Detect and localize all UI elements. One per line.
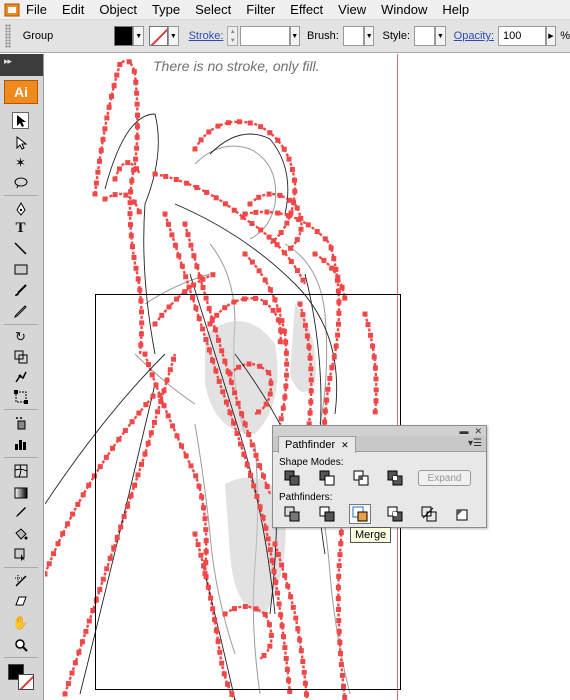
minus-back-button[interactable] (453, 506, 469, 522)
menu-file[interactable]: File (26, 2, 47, 17)
eyedropper-tool-icon[interactable] (12, 504, 29, 521)
warp-tool-icon[interactable] (12, 368, 29, 385)
menu-object[interactable]: Object (99, 2, 137, 17)
close-icon[interactable]: ✕ (474, 426, 482, 437)
shape-modes-label: Shape Modes: (279, 457, 344, 468)
app-logo: Ai (4, 80, 38, 104)
minus-front-button[interactable] (319, 470, 335, 486)
direct-selection-tool-icon[interactable] (12, 134, 29, 151)
live-paint-bucket-tool-icon[interactable] (12, 525, 29, 542)
paintbrush-tool-icon[interactable] (12, 282, 29, 299)
fill-stroke-proxy[interactable] (8, 664, 38, 694)
brush-dropdown-button[interactable]: ▼ (363, 26, 375, 46)
stroke-weight-dropdown-button[interactable]: ▼ (289, 26, 301, 46)
rotate-tool-icon[interactable]: ↻ (12, 328, 29, 345)
control-bar-grip[interactable] (5, 24, 11, 48)
merge-tooltip: Merge (350, 527, 392, 543)
scale-tool-icon[interactable] (12, 348, 29, 365)
unite-button[interactable] (284, 470, 300, 486)
tab-pathfinder[interactable]: Pathfinder ✕ (278, 436, 356, 453)
eraser-tool-icon[interactable] (12, 592, 29, 609)
tab-pathfinder-label: Pathfinder (285, 439, 336, 451)
menu-effect[interactable]: Effect (290, 2, 323, 17)
style-dropdown-button[interactable]: ▼ (435, 26, 446, 46)
symbol-sprayer-tool-icon[interactable] (12, 414, 29, 431)
tab-close-icon[interactable]: ✕ (341, 440, 349, 451)
control-bar: Group ▼ ▼ Stroke: ▲ ▼ ▼ Brush: ▼ Style: ▼… (0, 20, 570, 53)
pen-tool-icon[interactable] (12, 200, 29, 217)
gradient-tool-icon[interactable] (12, 484, 29, 501)
opacity-dropdown-button[interactable]: ▶ (545, 26, 557, 46)
style-label: Style: (382, 30, 410, 42)
opacity-panel-link[interactable]: Opacity: (454, 30, 494, 42)
menu-select[interactable]: Select (195, 2, 231, 17)
selection-type-label: Group (22, 30, 54, 42)
intersect-button[interactable] (353, 470, 369, 486)
pathfinders-label: Pathfinders: (279, 492, 333, 503)
expand-button[interactable]: Expand (418, 470, 471, 486)
tools-panel-collapse-icon[interactable]: ▸▸ (0, 54, 43, 76)
document-canvas[interactable]: There is no stroke, only fill. (45, 54, 570, 700)
divide-button[interactable] (284, 506, 300, 522)
app-menu-icon[interactable] (4, 2, 20, 18)
menu-type[interactable]: Type (152, 2, 180, 17)
lasso-tool-icon[interactable] (12, 174, 29, 191)
menu-bar: File Edit Object Type Select Filter Effe… (0, 0, 570, 20)
stroke-weight-field[interactable] (239, 26, 290, 46)
rectangle-tool-icon[interactable] (12, 261, 29, 278)
brush-field[interactable] (342, 26, 364, 46)
selection-tool-icon[interactable] (12, 112, 29, 129)
merge-button[interactable] (349, 504, 371, 524)
fill-swatch[interactable] (114, 26, 134, 46)
free-transform-tool-icon[interactable] (12, 388, 29, 405)
menu-edit[interactable]: Edit (62, 2, 84, 17)
style-field[interactable] (414, 26, 436, 46)
panel-tab-row: Pathfinder ✕ ▾☰ (273, 436, 486, 453)
fill-dropdown-button[interactable]: ▼ (133, 26, 144, 46)
tools-panel: ▸▸ Ai ✶ T ↻ ✋ (0, 54, 44, 700)
hand-tool-icon[interactable]: ✋ (12, 614, 29, 631)
brush-label: Brush: (307, 30, 339, 42)
stroke-weight-spinner[interactable]: ▲ ▼ (227, 26, 238, 46)
type-tool-icon[interactable]: T (12, 220, 29, 237)
panel-menu-icon[interactable]: ▾☰ (468, 438, 482, 449)
pencil-tool-icon[interactable] (12, 303, 29, 320)
menu-filter[interactable]: Filter (246, 2, 275, 17)
zoom-tool-icon[interactable] (12, 636, 29, 653)
exclude-button[interactable] (387, 470, 403, 486)
column-graph-tool-icon[interactable] (12, 436, 29, 453)
opacity-field[interactable]: 100 (498, 26, 546, 46)
pathfinder-panel: ▬ ✕ Pathfinder ✕ ▾☰ Shape Modes: Expand … (272, 425, 487, 528)
stroke-dropdown-button[interactable]: ▼ (168, 26, 179, 46)
live-paint-selection-tool-icon[interactable] (12, 546, 29, 563)
line-segment-tool-icon[interactable] (12, 240, 29, 257)
mesh-tool-icon[interactable] (12, 462, 29, 479)
stroke-swatch[interactable] (149, 26, 169, 46)
stroke-panel-link[interactable]: Stroke: (189, 30, 224, 42)
menu-window[interactable]: Window (381, 2, 427, 17)
menu-view[interactable]: View (338, 2, 366, 17)
slice-tool-icon[interactable] (12, 572, 29, 589)
opacity-percent-label: % (560, 30, 570, 42)
minimize-icon[interactable]: ▬ (459, 426, 468, 436)
magic-wand-tool-icon[interactable]: ✶ (12, 154, 29, 171)
trim-button[interactable] (319, 506, 335, 522)
outline-button[interactable] (421, 506, 437, 522)
panel-titlebar[interactable]: ▬ ✕ (273, 426, 486, 436)
menu-help[interactable]: Help (442, 2, 469, 17)
crop-button[interactable] (387, 506, 403, 522)
